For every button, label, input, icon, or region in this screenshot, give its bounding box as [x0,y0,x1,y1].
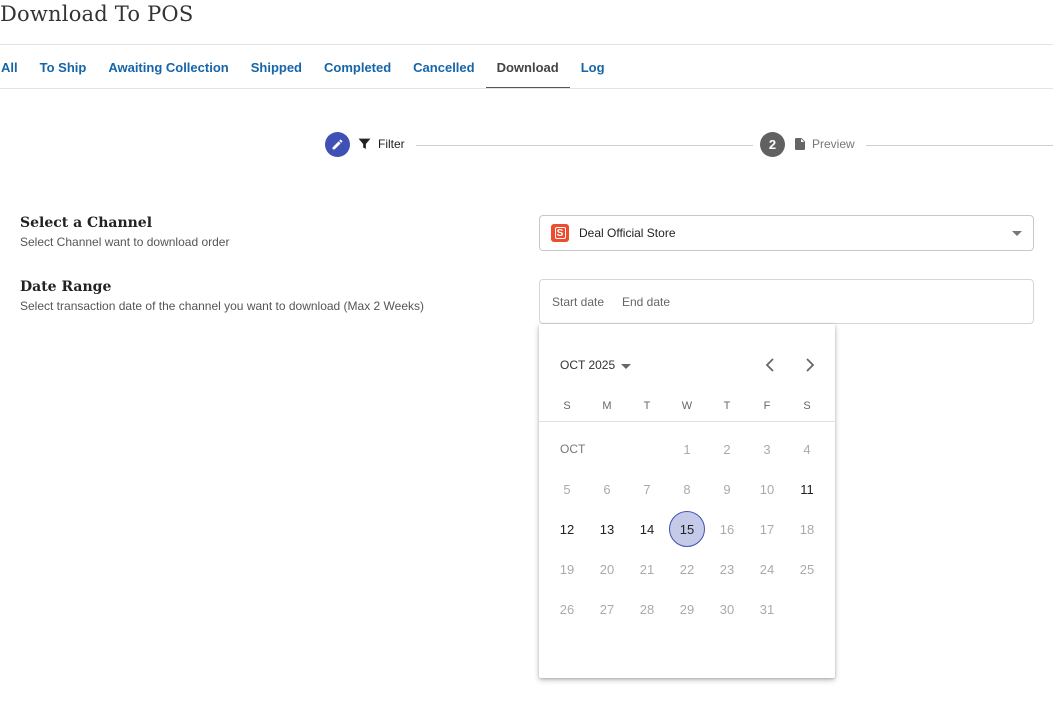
month-year-selector[interactable]: OCT 2025 [560,358,632,372]
calendar-day: 25 [799,561,815,577]
calendar-day: 5 [563,481,571,497]
calendar-day: 17 [759,521,775,537]
calendar-day[interactable]: 12 [549,511,585,547]
calendar-day: 30 [719,601,735,617]
month-tag: OCT [560,442,586,456]
caret-down-icon [621,363,632,369]
channel-select[interactable]: S Deal Official Store [539,215,1034,251]
calendar-day: 7 [643,481,651,497]
tab-cancelled[interactable]: Cancelled [402,45,485,89]
calendar-day: 3 [763,441,771,457]
calendar-day: 31 [759,601,775,617]
calendar-day: 28 [639,601,655,617]
calendar-popup: OCT 2025 S M T W T F S OCT 1 2 3 4 5 6 7 8 9 10 11… [539,324,835,678]
weekday-label: S [563,400,571,412]
calendar-day: 19 [559,561,575,577]
calendar-day: 24 [759,561,775,577]
filter-icon [358,138,371,149]
end-date-input[interactable] [622,294,678,309]
next-month-button[interactable] [800,355,820,375]
tab-all[interactable]: All [0,45,29,89]
tab-awaiting-collection[interactable]: Awaiting Collection [97,45,239,89]
calendar-day: 4 [803,441,811,457]
date-range-title: Date Range [20,279,112,295]
stepper-connector [416,145,753,146]
calendar-day[interactable]: 13 [589,511,625,547]
calendar-day: 23 [719,561,735,577]
start-date-input[interactable] [552,294,608,309]
weekday-label: S [803,400,811,412]
calendar-day: 9 [723,481,731,497]
order-tabs: All To Ship Awaiting Collection Shipped … [0,45,616,89]
weekday-label: F [763,400,771,412]
calendar-day: 27 [599,601,615,617]
calendar-day: 29 [679,601,695,617]
weekday-label: M [602,400,612,412]
step-preview-indicator[interactable]: 2 [760,132,785,157]
step-filter-label: Filter [358,137,405,151]
document-icon [795,138,805,150]
channel-subtitle: Select Channel want to download order [20,235,230,249]
step-filter-text: Filter [378,137,405,151]
tab-completed[interactable]: Completed [313,45,402,89]
tab-to-ship[interactable]: To Ship [29,45,98,89]
step-filter-indicator[interactable] [325,132,350,157]
chevron-right-icon [806,358,815,372]
calendar-day: 26 [559,601,575,617]
tab-download[interactable]: Download [485,45,570,89]
weekday-label: T [723,400,731,412]
calendar-day: 6 [603,481,611,497]
page-title: Download To POS [0,2,194,26]
weekday-label: W [681,400,693,412]
calendar-day: 16 [719,521,735,537]
chevron-down-icon [1012,231,1022,236]
channel-select-value: Deal Official Store [579,226,676,240]
step-preview-text: Preview [812,137,855,151]
download-stepper: Filter 2 Preview [0,132,1053,158]
month-year-label: OCT 2025 [560,358,616,372]
calendar-day: 1 [683,441,691,457]
calendar-day: 21 [639,561,655,577]
weekday-header: S M T W T F S [547,400,827,412]
calendar-day-selected[interactable]: 15 [669,511,705,547]
calendar-day[interactable]: 11 [789,471,825,507]
calendar-divider [539,421,835,422]
calendar-day[interactable]: 14 [629,511,665,547]
calendar-day: 18 [799,521,815,537]
shopee-bag-icon: S [551,224,569,242]
previous-month-button[interactable] [760,355,780,375]
tab-shipped[interactable]: Shipped [240,45,313,89]
stepper-trailing-line [866,145,1053,146]
calendar-day: 20 [599,561,615,577]
calendar-day: 22 [679,561,695,577]
calendar-day: 10 [759,481,775,497]
calendar-day: 8 [683,481,691,497]
tab-log[interactable]: Log [570,45,616,89]
weekday-label: T [643,400,651,412]
step-preview-label: Preview [795,137,855,151]
calendar-day: 2 [723,441,731,457]
chevron-left-icon [765,358,774,372]
channel-title: Select a Channel [20,215,153,231]
tabs-divider [0,88,1053,89]
date-range-subtitle: Select transaction date of the channel y… [20,299,425,313]
date-range-picker[interactable] [539,279,1034,324]
pencil-icon [332,139,343,150]
